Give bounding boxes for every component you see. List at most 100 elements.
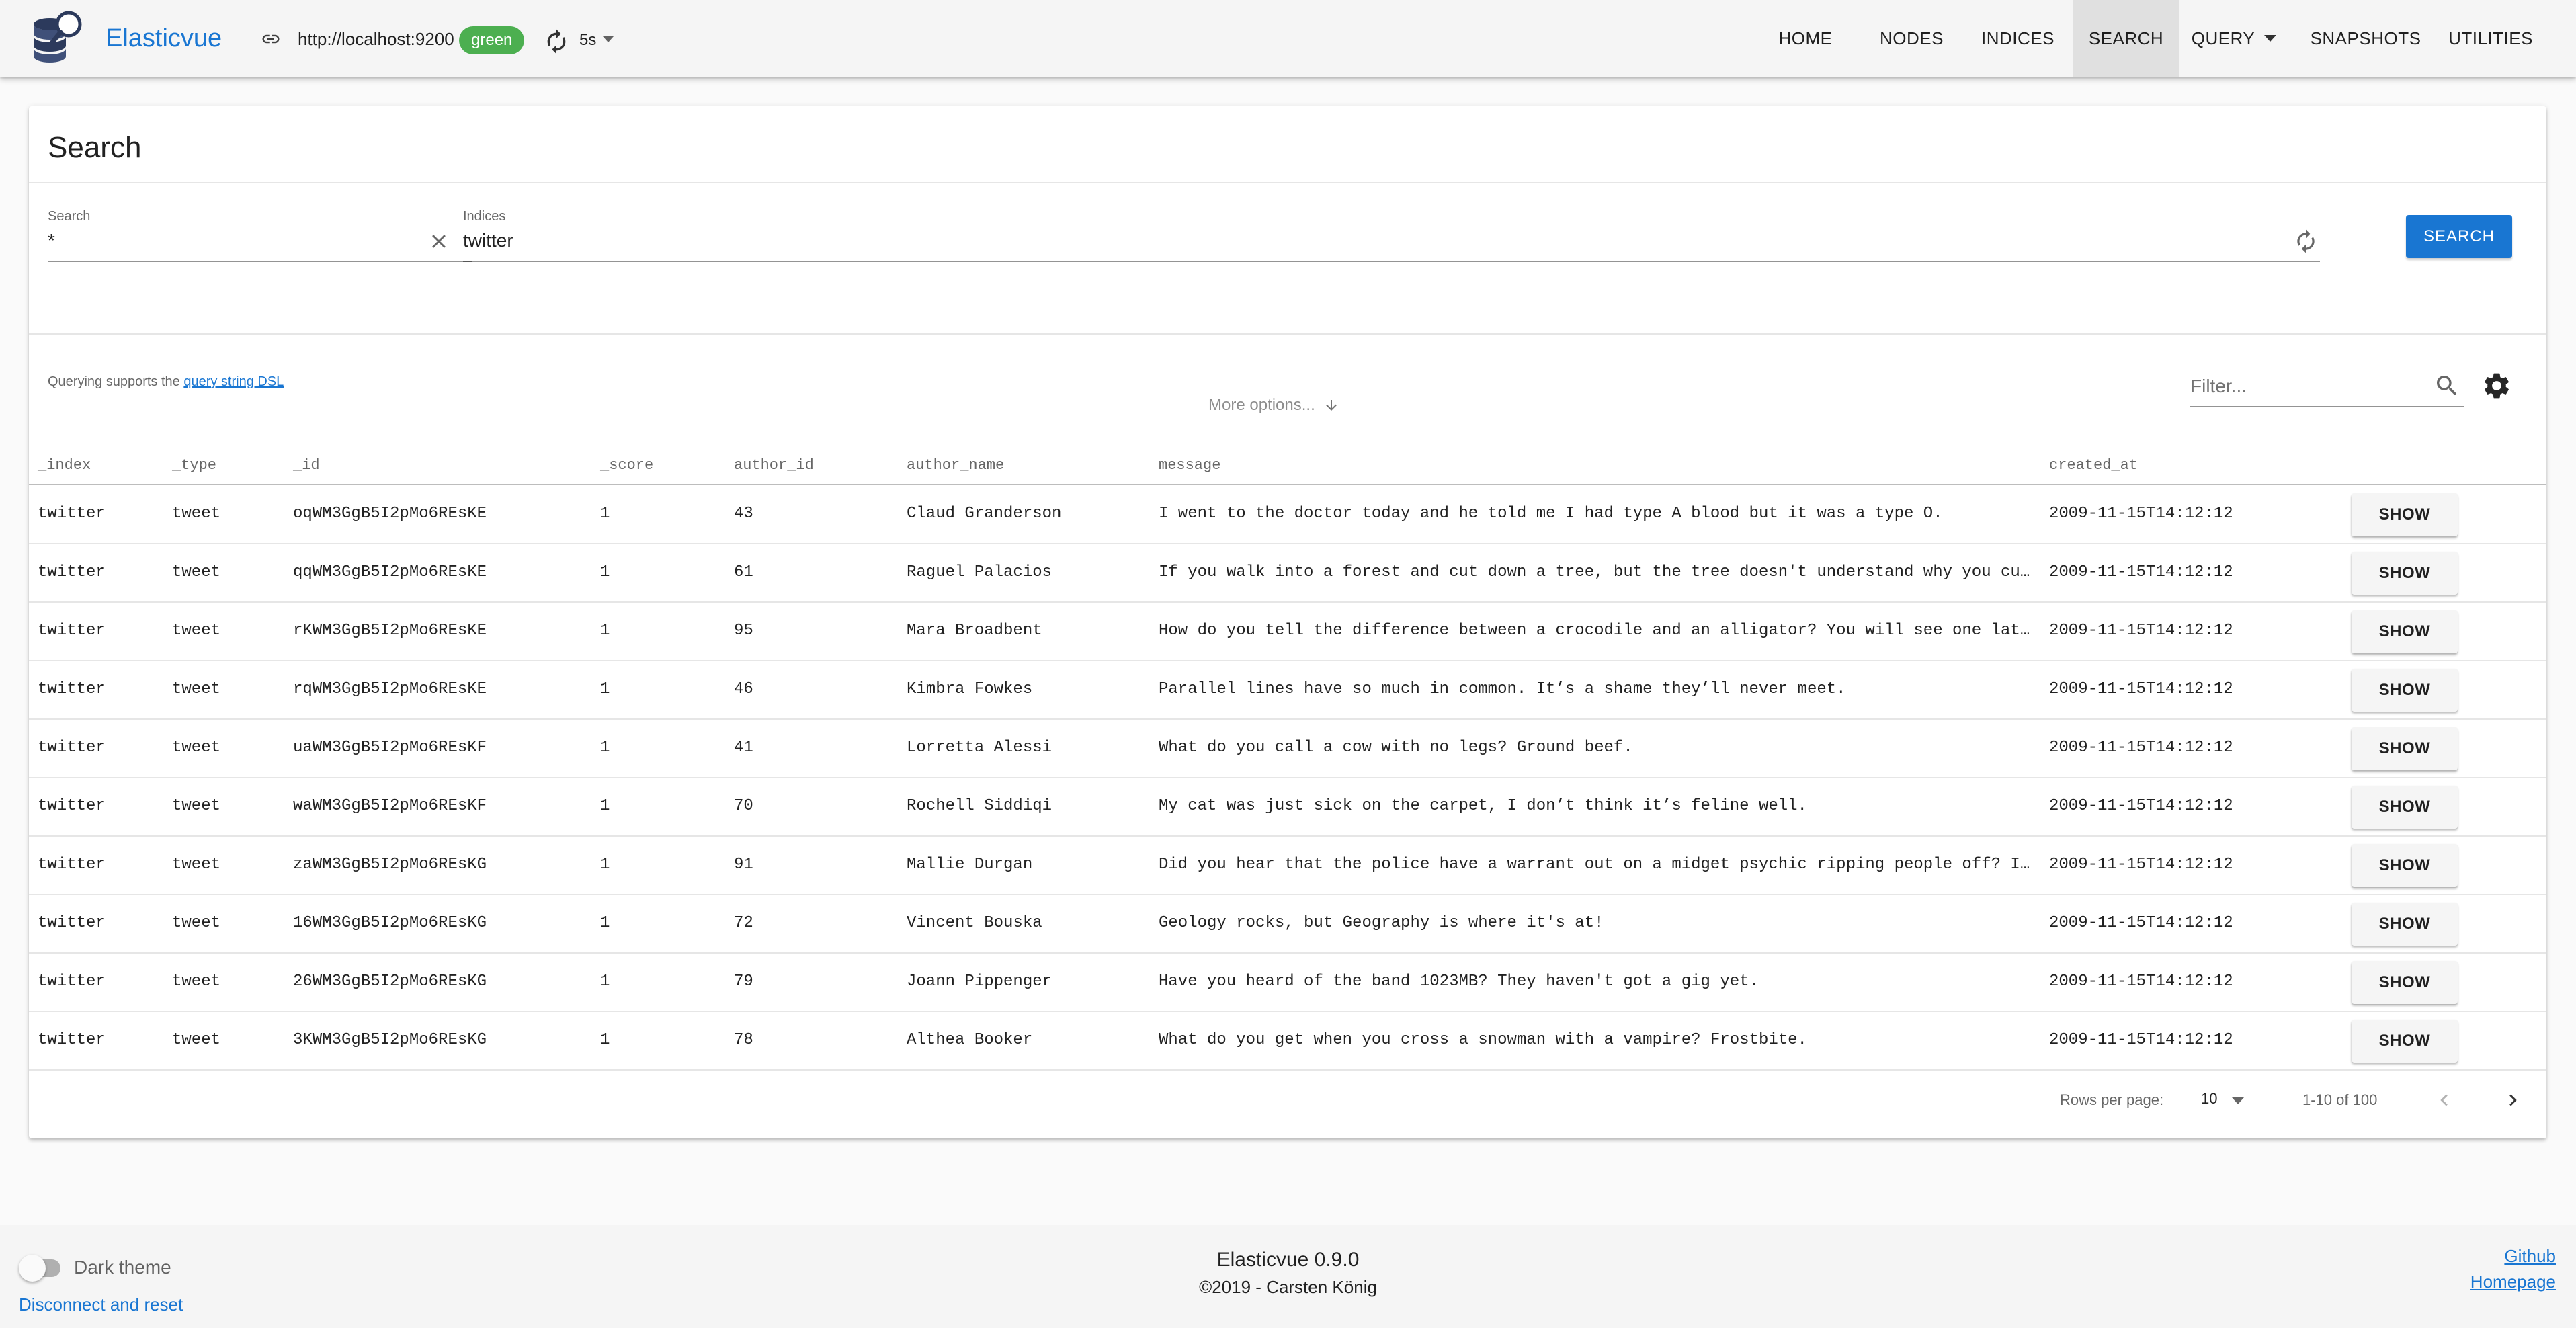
show-document-button[interactable]: SHOW [2352, 610, 2458, 653]
table-row: twitter tweet 3KWM3GgB5I2pMo6REsKG 1 78 Althe… [29, 1011, 2546, 1071]
cell-type: tweet [172, 797, 221, 815]
column-header[interactable]: _type [172, 457, 216, 474]
nav-utilities[interactable]: UTILITIES [2442, 0, 2540, 77]
divider [29, 333, 2546, 335]
show-document-button[interactable]: SHOW [2352, 669, 2458, 712]
cell-created_at: 2009-11-15T14:12:12 [2049, 622, 2233, 640]
cell-created_at: 2009-11-15T14:12:12 [2049, 680, 2233, 698]
show-document-button[interactable]: SHOW [2352, 844, 2458, 887]
cell-id: qqWM3GgB5I2pMo6REsKE [293, 563, 487, 581]
chevron-right-icon[interactable] [2501, 1089, 2524, 1112]
search-input[interactable] [48, 229, 431, 253]
query-hint-text: Querying supports the [48, 374, 180, 389]
page-title: Search [48, 131, 142, 164]
rows-per-page-label: Rows per page: [2060, 1091, 2164, 1108]
filter-input-underline [2190, 406, 2464, 407]
cell-score: 1 [600, 914, 610, 932]
app-bar: Elasticvue http://localhost:9200 green 5… [0, 0, 2576, 77]
cell-score: 1 [600, 563, 610, 581]
query-hint: Querying supports the query string DSL [48, 374, 284, 390]
github-link[interactable]: Github [2504, 1246, 2556, 1267]
nav-snapshots[interactable]: SNAPSHOTS [2300, 0, 2431, 77]
cell-id: 26WM3GgB5I2pMo6REsKG [293, 972, 487, 991]
cell-message: How do you tell the difference between a… [1159, 622, 2032, 640]
cell-index: twitter [38, 914, 106, 932]
page-range: 1-10 of 100 [2302, 1091, 2378, 1108]
show-document-button[interactable]: SHOW [2352, 493, 2458, 536]
copyright: ©2019 - Carsten König [1199, 1277, 1377, 1297]
nav-home[interactable]: HOME [1761, 0, 1850, 77]
filter-input[interactable] [2190, 374, 2419, 399]
show-document-button[interactable]: SHOW [2352, 961, 2458, 1004]
cell-type: tweet [172, 914, 221, 932]
column-header[interactable]: author_name [907, 457, 1004, 474]
show-document-button[interactable]: SHOW [2352, 727, 2458, 770]
cell-created_at: 2009-11-15T14:12:12 [2049, 739, 2233, 757]
app-title[interactable]: Elasticvue [106, 22, 222, 54]
table-row: twitter tweet zaWM3GgB5I2pMo6REsKG 1 91 Malli… [29, 836, 2546, 895]
app-version: Elasticvue 0.9.0 [1216, 1249, 1360, 1271]
cell-author_id: 43 [734, 505, 753, 523]
nav-search[interactable]: SEARCH [2073, 0, 2179, 77]
search-button[interactable]: SEARCH [2406, 215, 2512, 258]
cell-message: What do you get when you cross a snowman… [1159, 1031, 1807, 1049]
cell-message: Parallel lines have so much in common. I… [1159, 680, 1846, 698]
indices-input[interactable] [463, 229, 2244, 253]
search-field-label: Search [48, 209, 91, 224]
cell-author_name: Rochell Siddiqi [907, 797, 1052, 815]
cell-type: tweet [172, 680, 221, 698]
divider [29, 182, 2546, 183]
nav-nodes[interactable]: NODES [1866, 0, 1957, 77]
show-document-button[interactable]: SHOW [2352, 1020, 2458, 1063]
nav-query[interactable]: QUERY [2183, 0, 2285, 77]
cell-index: twitter [38, 972, 106, 991]
cluster-health-badge: green [459, 26, 525, 54]
chevron-left-icon[interactable] [2433, 1089, 2456, 1112]
cell-author_name: Vincent Bouska [907, 914, 1042, 932]
cell-author_name: Mara Broadbent [907, 622, 1042, 640]
cell-created_at: 2009-11-15T14:12:12 [2049, 797, 2233, 815]
cell-author_name: Joann Pippenger [907, 972, 1052, 991]
cell-index: twitter [38, 680, 106, 698]
cell-author_name: Lorretta Alessi [907, 739, 1052, 757]
column-header[interactable]: created_at [2049, 457, 2138, 474]
column-header[interactable]: author_id [734, 457, 814, 474]
cell-score: 1 [600, 972, 610, 991]
clear-icon[interactable] [427, 230, 450, 253]
column-header[interactable]: _id [293, 457, 320, 474]
cell-message: Have you heard of the band 1023MB? They … [1159, 972, 1759, 991]
query-string-dsl-link[interactable]: query string DSL [183, 374, 284, 389]
show-document-button[interactable]: SHOW [2352, 552, 2458, 595]
cell-author_name: Kimbra Fowkes [907, 680, 1033, 698]
cell-index: twitter [38, 1031, 106, 1049]
table-row: twitter tweet uaWM3GgB5I2pMo6REsKF 1 41 Lorre… [29, 719, 2546, 778]
cell-created_at: 2009-11-15T14:12:12 [2049, 563, 2233, 581]
show-document-button[interactable]: SHOW [2352, 786, 2458, 829]
gear-icon[interactable] [2481, 370, 2512, 401]
nav-indices[interactable]: INDICES [1974, 0, 2062, 77]
column-header[interactable]: _index [38, 457, 91, 474]
search-card: Search Search Indices SEARCH Querying su… [29, 106, 2546, 1138]
column-header[interactable]: _score [600, 457, 653, 474]
refresh-interval-select[interactable]: 5s [579, 28, 596, 52]
rows-per-page-select[interactable]: 10 [2201, 1090, 2217, 1108]
cell-id: zaWM3GgB5I2pMo6REsKG [293, 856, 487, 874]
table-row: twitter tweet rKWM3GgB5I2pMo6REsKE 1 95 Mara … [29, 602, 2546, 661]
refresh-icon[interactable] [543, 28, 570, 55]
more-options-toggle[interactable]: More options... [1208, 396, 1339, 415]
search-input-underline [48, 261, 472, 262]
homepage-link[interactable]: Homepage [2470, 1272, 2556, 1292]
show-document-button[interactable]: SHOW [2352, 903, 2458, 946]
reload-indices-icon[interactable] [2293, 229, 2319, 254]
elasticvue-logo-icon[interactable] [30, 9, 87, 65]
cell-message: I went to the doctor today and he told m… [1159, 505, 1943, 523]
indices-input-underline [463, 261, 2320, 262]
column-header[interactable]: message [1159, 457, 1220, 474]
cell-type: tweet [172, 563, 221, 581]
cell-author_name: Claud Granderson [907, 505, 1062, 523]
cell-author_id: 61 [734, 563, 753, 581]
cell-type: tweet [172, 622, 221, 640]
search-icon [2437, 376, 2457, 396]
cell-id: 3KWM3GgB5I2pMo6REsKG [293, 1031, 487, 1049]
cell-type: tweet [172, 972, 221, 991]
